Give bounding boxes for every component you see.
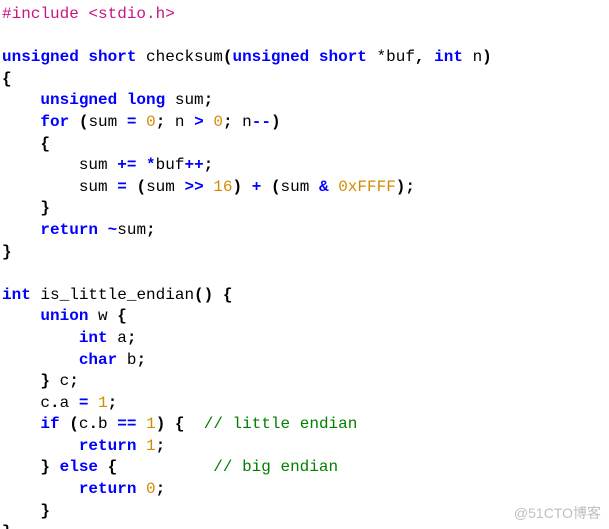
- op-not: ~: [108, 221, 118, 239]
- kw-int: int: [434, 48, 463, 66]
- comment-little-endian: // little endian: [204, 415, 358, 433]
- op-and: &: [319, 178, 329, 196]
- field-a: a: [60, 394, 70, 412]
- lit-16: 16: [213, 178, 232, 196]
- kw-char: char: [79, 351, 117, 369]
- op-dot: .: [50, 394, 60, 412]
- kw-unsigned: unsigned: [2, 48, 79, 66]
- var-c: c: [60, 372, 70, 390]
- var-sum: sum: [79, 156, 108, 174]
- lit-one: 1: [146, 437, 156, 455]
- kw-return: return: [79, 480, 137, 498]
- comment-big-endian: // big endian: [213, 458, 338, 476]
- var-c: c: [40, 394, 50, 412]
- kw-for: for: [40, 113, 69, 131]
- var-sum: sum: [146, 178, 175, 196]
- op-plus-assign: +=: [117, 156, 136, 174]
- lit-zero: 0: [146, 480, 156, 498]
- lit-hex-ffff: 0xFFFF: [338, 178, 396, 196]
- lit-one: 1: [98, 394, 108, 412]
- kw-int: int: [79, 329, 108, 347]
- fn-checksum: checksum: [146, 48, 223, 66]
- var-b: b: [127, 351, 137, 369]
- union-name: w: [98, 307, 108, 325]
- op-plus: +: [252, 178, 262, 196]
- op-deref: *: [146, 156, 156, 174]
- var-a: a: [117, 329, 127, 347]
- var-n: n: [242, 113, 252, 131]
- lit-one: 1: [146, 415, 156, 433]
- kw-if: if: [40, 415, 59, 433]
- kw-unsigned: unsigned: [40, 91, 117, 109]
- op-assign: =: [79, 394, 89, 412]
- var-sum: sum: [88, 113, 117, 131]
- op-dot: .: [88, 415, 98, 433]
- fn-is-little-endian: is_little_endian: [40, 286, 194, 304]
- kw-else: else: [60, 458, 98, 476]
- kw-int: int: [2, 286, 31, 304]
- kw-short: short: [88, 48, 136, 66]
- pp-header: <stdio.h>: [88, 5, 174, 23]
- lit-zero: 0: [146, 113, 156, 131]
- var-n: n: [175, 113, 185, 131]
- var-c: c: [79, 415, 89, 433]
- var-sum: sum: [175, 91, 204, 109]
- op-dec: --: [252, 113, 271, 131]
- op-eqeq: ==: [117, 415, 136, 433]
- pp-include: #include: [2, 5, 79, 23]
- var-sum: sum: [117, 221, 146, 239]
- lit-zero: 0: [213, 113, 223, 131]
- kw-long: long: [127, 91, 165, 109]
- op-inc: ++: [184, 156, 203, 174]
- kw-union: union: [40, 307, 88, 325]
- op-shr: >>: [184, 178, 203, 196]
- kw-return: return: [40, 221, 98, 239]
- param-buf: *buf: [377, 48, 415, 66]
- op-assign: =: [117, 178, 127, 196]
- op-assign: =: [127, 113, 137, 131]
- field-b: b: [98, 415, 108, 433]
- code-block: #include <stdio.h> unsigned short checks…: [0, 0, 609, 529]
- kw-unsigned: unsigned: [232, 48, 309, 66]
- kw-short: short: [319, 48, 367, 66]
- var-buf: buf: [156, 156, 185, 174]
- kw-return: return: [79, 437, 137, 455]
- var-sum: sum: [79, 178, 108, 196]
- param-n: n: [473, 48, 483, 66]
- op-gt: >: [194, 113, 204, 131]
- var-sum: sum: [281, 178, 310, 196]
